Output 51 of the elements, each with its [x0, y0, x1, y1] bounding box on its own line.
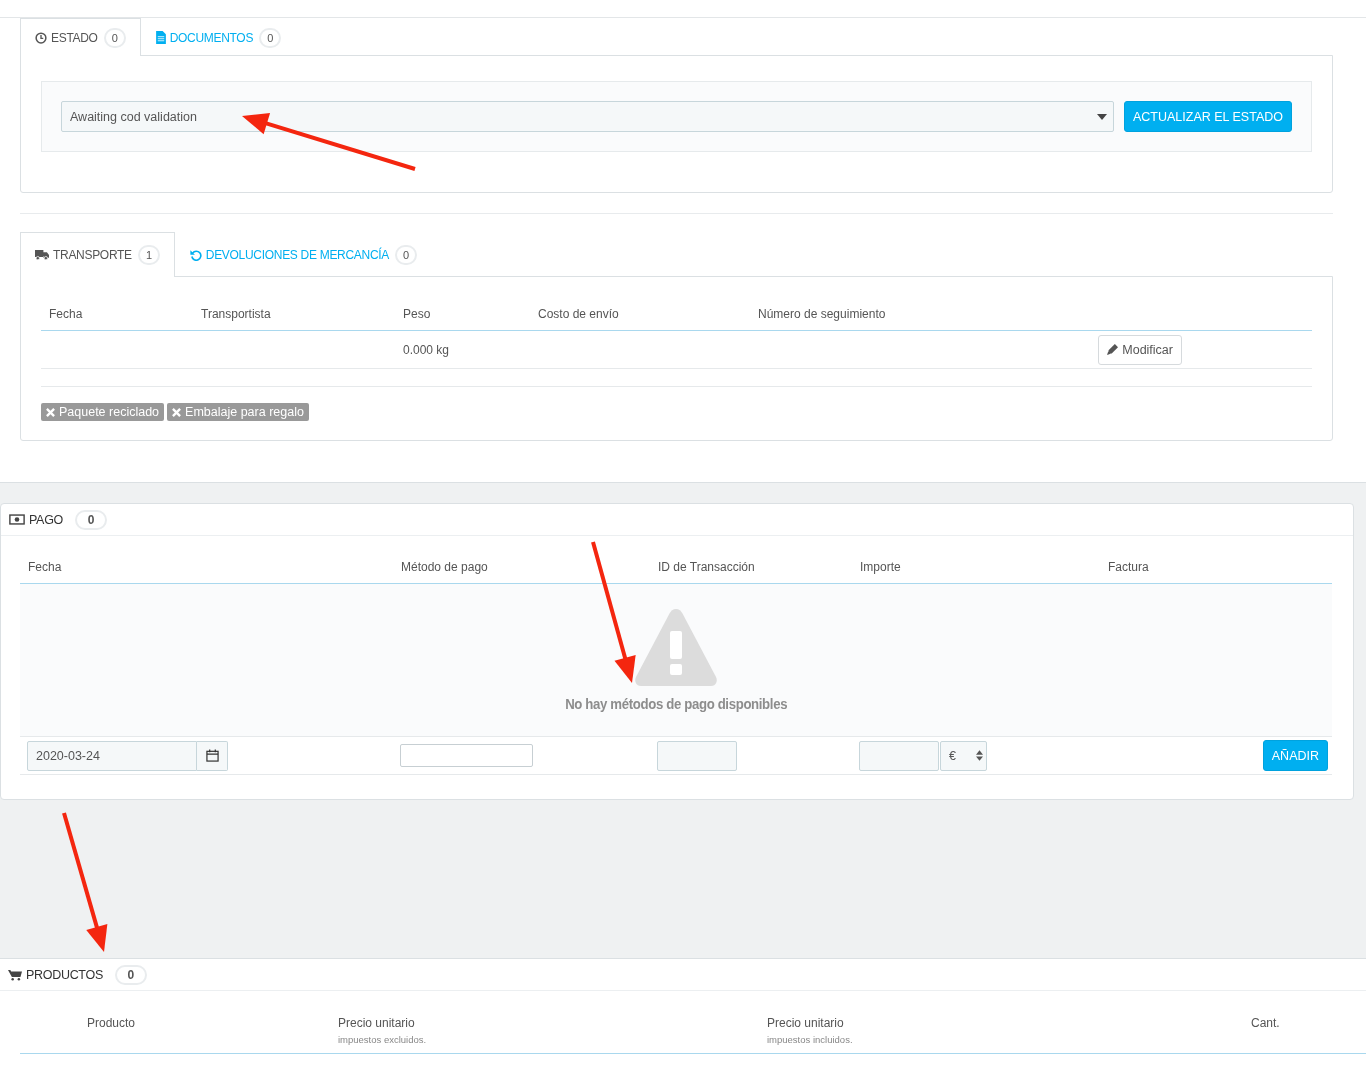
calendar-button[interactable] [197, 740, 228, 771]
tab[interactable]: DEVOLUCIONES DE MERCANCÍA 0 [174, 232, 432, 277]
empty-message: No hay métodos de pago disponibles [565, 695, 787, 712]
count-badge: 0 [103, 27, 126, 48]
tab[interactable]: ESTADO 0 [20, 18, 141, 56]
column-header: Precio unitario [338, 1016, 416, 1030]
currency-select[interactable]: € [940, 740, 987, 771]
undo-icon [189, 249, 202, 261]
column-header: Transportista [201, 307, 272, 321]
column-header: ID de Transacción [658, 560, 756, 574]
count-badge: 0 [75, 509, 107, 530]
count-badge: 0 [395, 245, 417, 265]
column-header: Importe [860, 560, 902, 574]
column-header: Producto [87, 1016, 137, 1030]
date-field[interactable]: 2020-03-24 [27, 740, 197, 771]
tab[interactable]: TRANSPORTE 1 [20, 232, 175, 277]
document-icon [155, 31, 166, 44]
status-select[interactable]: Awaiting cod validation [61, 101, 1114, 132]
column-header: Fecha [28, 560, 63, 574]
edit-button[interactable]: Modificar [1098, 334, 1182, 365]
pencil-icon [1107, 344, 1119, 355]
warning-icon [634, 607, 718, 687]
table-cell-text: 0.000 kg [403, 342, 451, 357]
count-badge: 0 [259, 27, 282, 48]
cart-icon [8, 968, 22, 981]
spinner-arrows-icon [976, 750, 983, 761]
column-header: Costo de envío [538, 307, 620, 321]
column-header: Precio unitario [767, 1016, 845, 1030]
count-badge: 0 [114, 964, 147, 985]
tag: Embalaje para regalo [167, 403, 309, 421]
tab[interactable]: DOCUMENTOS 0 [140, 18, 297, 56]
calendar-icon [205, 749, 219, 762]
panel-title: PRODUCTOS [26, 967, 103, 982]
column-header: Número de seguimiento [758, 307, 887, 321]
column-header: Factura [1108, 560, 1150, 574]
count-badge: 1 [137, 245, 160, 265]
payment-method-field[interactable] [400, 744, 533, 767]
column-note: impuestos excluidos. [338, 1034, 428, 1045]
column-header: Método de pago [401, 560, 489, 574]
caret-icon [1096, 113, 1107, 120]
clock-icon [35, 31, 47, 44]
column-note: impuestos incluidos. [767, 1034, 854, 1045]
column-header: Fecha [49, 307, 84, 321]
tag: Paquete reciclado [41, 403, 165, 421]
column-header: Cant. [1251, 1016, 1281, 1030]
amount-field[interactable] [859, 740, 939, 771]
panel-title: PAGO [29, 512, 63, 527]
column-header: Peso [403, 307, 432, 321]
truck-icon [35, 250, 49, 260]
transaction-id-field[interactable] [657, 740, 737, 771]
banknote-icon [9, 514, 25, 525]
